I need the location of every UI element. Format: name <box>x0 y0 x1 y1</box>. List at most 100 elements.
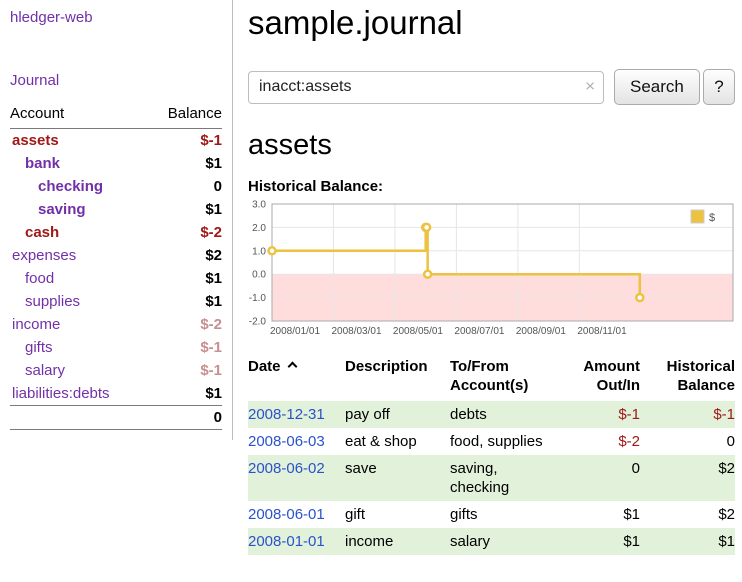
clear-search-icon[interactable]: × <box>585 77 595 97</box>
account-balance: $2 <box>147 244 222 267</box>
account-name-cell: income <box>10 313 147 336</box>
account-row: supplies$1 <box>10 290 222 313</box>
register-accounts-cell: gifts <box>450 501 562 528</box>
account-balance: 0 <box>147 175 222 198</box>
account-link[interactable]: cash <box>25 224 59 241</box>
account-balance: $-1 <box>147 359 222 382</box>
accounts-header-balance: Balance <box>147 102 222 129</box>
data-point-marker <box>269 247 276 254</box>
transaction-date-link[interactable]: 2008-06-03 <box>248 433 325 450</box>
register-header-tofrom: To/From Account(s) <box>450 355 562 401</box>
transaction-date-link[interactable]: 2008-06-02 <box>248 460 325 477</box>
data-point-marker <box>636 294 643 301</box>
register-description-cell: gift <box>345 501 450 528</box>
account-name-cell: cash <box>10 221 147 244</box>
account-row: food$1 <box>10 267 222 290</box>
account-balance: $-1 <box>147 129 222 153</box>
register-header-date-label: Date <box>248 358 281 375</box>
account-link[interactable]: checking <box>38 178 103 195</box>
register-header-amount: Amount Out/In <box>562 355 640 401</box>
accounts-total-value: 0 <box>147 406 222 430</box>
register-description-cell: income <box>345 528 450 555</box>
account-balance: $-2 <box>147 313 222 336</box>
x-tick-label: 2008/09/01 <box>516 326 566 337</box>
account-name-cell: liabilities:debts <box>10 382 147 406</box>
y-tick-label: 2.0 <box>252 223 266 234</box>
register-amount-cell: $-2 <box>562 428 640 455</box>
search-box: × <box>248 71 604 104</box>
x-tick-label: 2008/05/01 <box>393 326 443 337</box>
register-amount-cell: $1 <box>562 528 640 555</box>
account-link[interactable]: income <box>12 316 60 333</box>
accounts-header-account: Account <box>10 102 147 129</box>
account-balance: $1 <box>147 198 222 221</box>
account-balance: $1 <box>147 382 222 406</box>
chart-title: Historical Balance: <box>248 178 735 195</box>
sidebar-item-journal[interactable]: Journal <box>10 72 59 89</box>
register-accounts-cell: debts <box>450 401 562 428</box>
register-row: 2008-06-01giftgifts$1$2 <box>248 501 735 528</box>
help-button[interactable]: ? <box>703 69 735 105</box>
main-content: sample.journal × Search ? assets Histori… <box>248 0 742 555</box>
account-link[interactable]: liabilities:debts <box>12 385 110 402</box>
account-name-cell: assets <box>10 129 147 153</box>
account-link[interactable]: gifts <box>25 339 53 356</box>
account-link[interactable]: bank <box>25 155 60 172</box>
account-link[interactable]: assets <box>12 132 59 149</box>
register-amount-cell: $-1 <box>562 401 640 428</box>
register-row: 2008-06-02savesaving, checking0$2 <box>248 455 735 501</box>
account-name-cell: gifts <box>10 336 147 359</box>
account-name-cell: checking <box>10 175 147 198</box>
register-balance-cell: $-1 <box>640 401 735 428</box>
accounts-total-row: 0 <box>10 406 222 430</box>
account-row: bank$1 <box>10 152 222 175</box>
transaction-date-link[interactable]: 2008-12-31 <box>248 406 325 423</box>
y-tick-label: 0.0 <box>252 270 266 281</box>
register-date-cell: 2008-06-02 <box>248 455 345 501</box>
account-link[interactable]: expenses <box>12 247 76 264</box>
data-point-marker <box>424 271 431 278</box>
register-header-date[interactable]: Date <box>248 355 345 401</box>
accounts-total-spacer <box>10 406 147 430</box>
account-link[interactable]: supplies <box>25 293 80 310</box>
sidebar-nav: Journal <box>10 72 222 89</box>
sort-ascending-icon <box>287 362 297 372</box>
account-name-cell: saving <box>10 198 147 221</box>
account-name-cell: food <box>10 267 147 290</box>
accounts-header-row: Account Balance <box>10 102 222 129</box>
register-header-row: Date Description To/From Account(s) Amou… <box>248 355 735 401</box>
account-row: checking 0 <box>10 175 222 198</box>
register-header-description: Description <box>345 355 450 401</box>
search-button[interactable]: Search <box>614 69 700 105</box>
account-row: cash$-2 <box>10 221 222 244</box>
register-date-cell: 2008-06-03 <box>248 428 345 455</box>
y-tick-label: -2.0 <box>249 317 267 328</box>
x-tick-label: 2008/03/01 <box>331 326 381 337</box>
legend-swatch <box>691 210 704 223</box>
y-tick-label: 3.0 <box>252 200 266 211</box>
register-description-cell: save <box>345 455 450 501</box>
account-name-cell: expenses <box>10 244 147 267</box>
account-name-cell: supplies <box>10 290 147 313</box>
register-date-cell: 2008-01-01 <box>248 528 345 555</box>
account-link[interactable]: salary <box>25 362 65 379</box>
app-title-link[interactable]: hledger-web <box>10 9 93 26</box>
account-link[interactable]: food <box>25 270 54 287</box>
search-bar: × Search ? <box>248 69 735 105</box>
register-description-cell: eat & shop <box>345 428 450 455</box>
transaction-date-link[interactable]: 2008-06-01 <box>248 506 325 523</box>
account-row: assets $-1 <box>10 129 222 153</box>
search-input[interactable] <box>248 71 604 104</box>
account-row: expenses $2 <box>10 244 222 267</box>
register-accounts-cell: salary <box>450 528 562 555</box>
register-date-cell: 2008-06-01 <box>248 501 345 528</box>
account-heading: assets <box>248 129 735 162</box>
register-balance-cell: $1 <box>640 528 735 555</box>
account-link[interactable]: saving <box>38 201 86 218</box>
x-tick-label: 2008/11/01 <box>577 326 627 337</box>
transaction-date-link[interactable]: 2008-01-01 <box>248 533 325 550</box>
historical-balance-chart: 3.02.01.00.0-1.0-2.02008/01/012008/03/01… <box>248 200 735 340</box>
account-name-cell: salary <box>10 359 147 382</box>
page-title: sample.journal <box>248 4 735 42</box>
register-row: 2008-01-01incomesalary$1$1 <box>248 528 735 555</box>
